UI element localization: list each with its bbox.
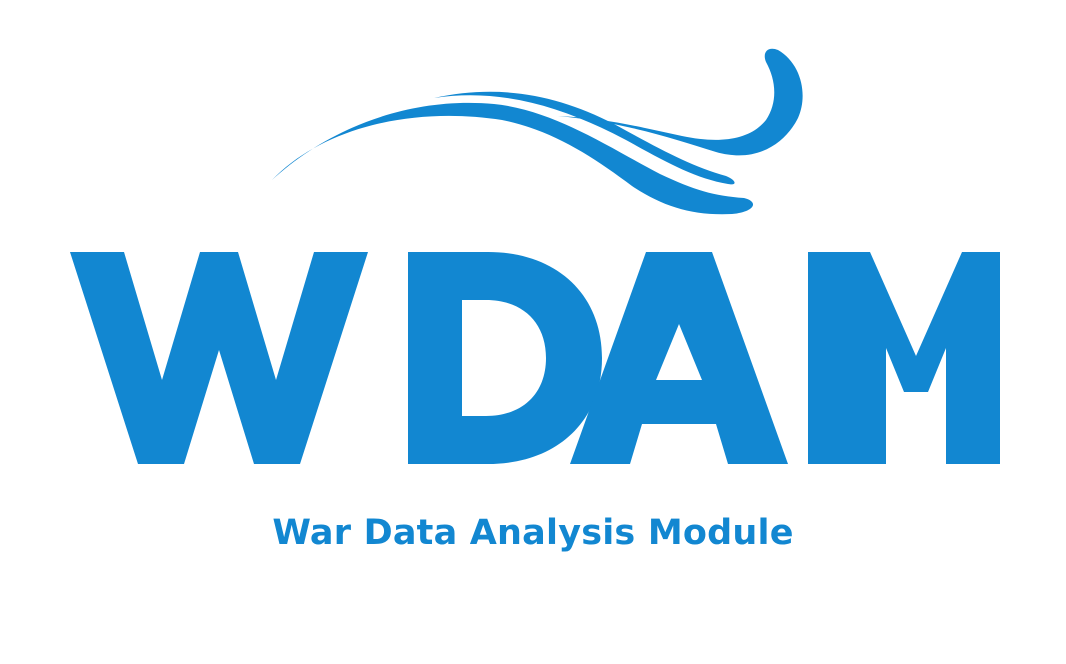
logo: War Data Analysis Module: [0, 0, 1066, 664]
letter-m-shape: [808, 252, 1000, 464]
wordmark-logo: [70, 252, 1000, 464]
tagline: War Data Analysis Module: [272, 513, 794, 553]
wave-icon: [272, 48, 803, 215]
letter-w-shape: [70, 252, 368, 464]
letter-d-shape: [408, 252, 602, 464]
letter-a-shape: [570, 252, 788, 464]
